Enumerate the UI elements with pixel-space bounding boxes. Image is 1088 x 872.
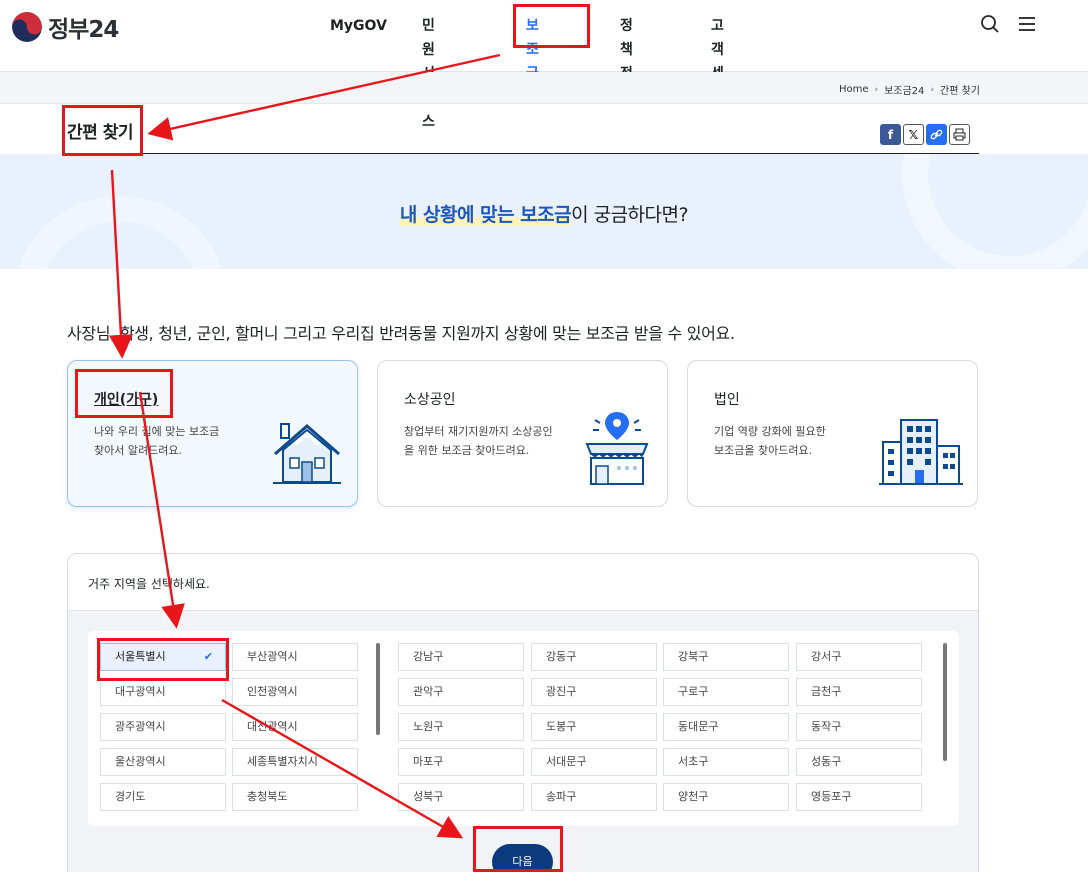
breadcrumb-subsidy24[interactable]: 보조금24 — [884, 82, 924, 97]
store-icon — [581, 410, 653, 490]
gu-item[interactable]: 송파구 — [531, 783, 657, 811]
sido-incheon[interactable]: 인천광역시 — [232, 678, 358, 706]
taegeuk-logo-icon — [12, 12, 42, 42]
gu-item[interactable]: 강북구 — [663, 643, 789, 671]
card-small-business[interactable]: 소상공인 창업부터 재기지원까지 소상공인 을 위한 보조금 찾아드려요. — [377, 360, 668, 507]
house-icon — [271, 420, 343, 490]
card-desc: 기업 역량 강화에 필요한 보조금을 찾아드려요. — [714, 425, 826, 457]
chevron-right-icon: › — [874, 84, 879, 95]
site-header: 정부24 MyGOV 민원서비스 보조금24 정책정보 고객센터 — [0, 0, 1088, 130]
sido-daejeon[interactable]: 대전광역시 — [232, 713, 358, 741]
region-selector: 서울특별시 ✔ 부산광역시 대구광역시 인천광역시 광주광역시 대전광역시 울산광… — [88, 631, 959, 826]
card-title: 소상공인 — [404, 392, 456, 408]
x-twitter-icon[interactable]: 𝕏 — [903, 124, 924, 145]
gu-item[interactable]: 광진구 — [531, 678, 657, 706]
sido-scrollbar[interactable] — [376, 643, 380, 735]
region-panel: 거주 지역을 선택하세요. 서울특별시 ✔ 부산광역시 대구광역시 인천광역시 광… — [67, 553, 979, 872]
gu-item[interactable]: 성동구 — [796, 748, 922, 776]
building-icon — [879, 416, 963, 490]
breadcrumb: Home › 보조금24 › 간편 찾기 — [839, 82, 980, 97]
next-button[interactable]: 다음 — [492, 844, 553, 872]
site-logo[interactable]: 정부24 — [12, 10, 119, 44]
gu-item[interactable]: 서대문구 — [531, 748, 657, 776]
print-icon[interactable] — [949, 124, 970, 145]
card-title: 법인 — [714, 392, 740, 408]
sido-gwangju[interactable]: 광주광역시 — [100, 713, 226, 741]
gu-scrollbar[interactable] — [943, 643, 947, 761]
chevron-right-icon: › — [930, 84, 935, 95]
menu-icon[interactable] — [1018, 16, 1036, 36]
gu-item[interactable]: 동작구 — [796, 713, 922, 741]
gu-item[interactable]: 성북구 — [398, 783, 524, 811]
breadcrumb-home[interactable]: Home — [839, 84, 869, 95]
gu-item[interactable]: 관악구 — [398, 678, 524, 706]
banner-highlight: 내 상황에 맞는 보조금 — [399, 204, 572, 226]
card-corporation[interactable]: 법인 기업 역량 강화에 필요한 보조금을 찾아드려요. — [687, 360, 978, 507]
sido-gyeonggi[interactable]: 경기도 — [100, 783, 226, 811]
gu-item[interactable]: 강동구 — [531, 643, 657, 671]
link-copy-icon[interactable] — [926, 124, 947, 145]
sido-daegu[interactable]: 대구광역시 — [100, 678, 226, 706]
share-toolbar: f 𝕏 — [880, 124, 970, 145]
gu-item[interactable]: 영등포구 — [796, 783, 922, 811]
sido-ulsan[interactable]: 울산광역시 — [100, 748, 226, 776]
card-desc: 창업부터 재기지원까지 소상공인 을 위한 보조금 찾아드려요. — [404, 425, 553, 457]
nav-subsidy24[interactable]: 보조금24 — [526, 14, 545, 106]
region-header: 거주 지역을 선택하세요. — [68, 554, 978, 611]
sido-busan[interactable]: 부산광역시 — [232, 643, 358, 671]
gu-item[interactable]: 금천구 — [796, 678, 922, 706]
banner-rest: 이 궁금하다면? — [571, 204, 689, 226]
card-desc: 나와 우리 집에 맞는 보조금 찾아서 알려드려요. — [94, 425, 220, 457]
breadcrumb-band: Home › 보조금24 › 간편 찾기 — [0, 72, 1088, 104]
intro-text: 사장님, 학생, 청년, 군인, 할머니 그리고 우리집 반려동물 지원까지 상… — [67, 324, 735, 343]
gu-item[interactable]: 강남구 — [398, 643, 524, 671]
nav-policy-info[interactable]: 정책정보 — [620, 14, 633, 106]
gu-item[interactable]: 마포구 — [398, 748, 524, 776]
sido-seoul[interactable]: 서울특별시 ✔ — [100, 643, 226, 671]
nav-customer-center[interactable]: 고객센터 — [711, 14, 724, 106]
nav-mygov[interactable]: MyGOV — [330, 14, 387, 38]
gu-item[interactable]: 강서구 — [796, 643, 922, 671]
breadcrumb-current: 간편 찾기 — [940, 86, 980, 97]
page-title: 간편 찾기 — [67, 123, 133, 143]
banner-headline: 내 상황에 맞는 보조금이 궁금하다면? — [0, 200, 1088, 227]
sido-sejong[interactable]: 세종특별자치시 — [232, 748, 358, 776]
nav-civil-service[interactable]: 민원서비스 — [422, 14, 435, 130]
gu-item[interactable]: 노원구 — [398, 713, 524, 741]
gu-item[interactable]: 동대문구 — [663, 713, 789, 741]
gu-item[interactable]: 양천구 — [663, 783, 789, 811]
gu-item[interactable]: 서초구 — [663, 748, 789, 776]
card-individual[interactable]: 개인(가구) 나와 우리 집에 맞는 보조금 찾아서 알려드려요. — [67, 360, 358, 507]
gu-item[interactable]: 도봉구 — [531, 713, 657, 741]
sido-chungbuk[interactable]: 충청북도 — [232, 783, 358, 811]
search-icon[interactable] — [980, 14, 1000, 38]
card-title: 개인(가구) — [94, 392, 159, 408]
region-prompt: 거주 지역을 선택하세요. — [88, 577, 210, 591]
facebook-icon[interactable]: f — [880, 124, 901, 145]
hero-banner: 내 상황에 맞는 보조금이 궁금하다면? — [0, 154, 1088, 269]
gu-item[interactable]: 구로구 — [663, 678, 789, 706]
logo-text: 정부24 — [48, 17, 119, 43]
check-icon: ✔ — [203, 650, 213, 663]
